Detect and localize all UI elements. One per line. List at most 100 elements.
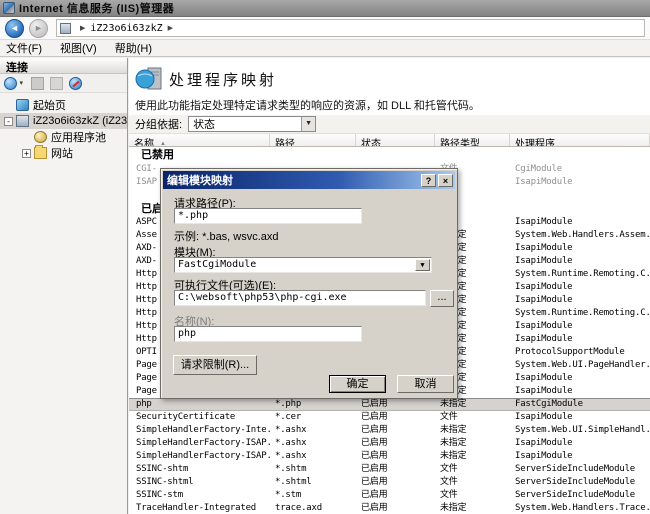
- cell-path: *.ashx: [270, 450, 356, 463]
- expander-icon[interactable]: +: [22, 149, 31, 158]
- cancel-button[interactable]: 取消: [397, 375, 454, 393]
- table-header: 名称▲路径状态路径类型处理程序: [129, 133, 650, 147]
- cell-name: SimpleHandlerFactory-ISAP...: [129, 450, 270, 463]
- cell-name: SimpleHandlerFactory-ISAP...: [129, 437, 270, 450]
- cell-status: 已启用: [356, 398, 435, 411]
- cell-type: 文件: [435, 463, 510, 476]
- delete-connection-icon[interactable]: [69, 77, 82, 90]
- cell-path: *.php: [270, 398, 356, 411]
- cell-path: *.cer: [270, 411, 356, 424]
- module-value: FastCgiModule: [178, 259, 256, 270]
- help-button[interactable]: ?: [421, 174, 436, 187]
- window-titlebar[interactable]: Internet 信息服务 (IIS)管理器: [0, 0, 650, 17]
- menu-item[interactable]: 帮助(H): [115, 40, 152, 56]
- group-header-row: 已禁用: [129, 147, 650, 163]
- chevron-down-icon[interactable]: ▼: [301, 117, 315, 131]
- cell-type: 文件: [435, 411, 510, 424]
- cell-status: 已启用: [356, 424, 435, 437]
- cell-handler: IsapiModule: [510, 411, 650, 424]
- column-header-status[interactable]: 状态: [356, 134, 435, 146]
- request-restrictions-button[interactable]: 请求限制(R)...: [173, 355, 257, 375]
- cell-handler: FastCgiModule: [510, 398, 650, 411]
- cell-path: *.ashx: [270, 437, 356, 450]
- iis-manager-window: Internet 信息服务 (IIS)管理器 ◄ ► ▶ iZ23o6i63zk…: [0, 0, 650, 514]
- cell-status: 已启用: [356, 463, 435, 476]
- tree-item[interactable]: + 网站: [0, 145, 127, 161]
- app-pools-icon: [34, 131, 47, 143]
- dialog-titlebar[interactable]: 编辑模块映射 ? ×: [163, 171, 455, 189]
- back-button[interactable]: ◄: [5, 19, 24, 38]
- tree-item-label: 起始页: [33, 97, 66, 113]
- iis-app-icon: [3, 2, 15, 14]
- cell-handler: IsapiModule: [510, 320, 650, 333]
- cell-type: 文件: [435, 489, 510, 502]
- tree-item[interactable]: - iZ23o6i63zkZ (iZ23o6: [0, 113, 127, 129]
- breadcrumb-arrow-icon: ▶: [80, 24, 85, 32]
- tree-item[interactable]: 应用程序池: [0, 129, 127, 145]
- table-row[interactable]: php*.php已启用未指定FastCgiModule: [129, 398, 650, 411]
- dialog-title: 编辑模块映射: [163, 172, 421, 188]
- cell-handler: IsapiModule: [510, 450, 650, 463]
- group-by-select[interactable]: 状态 ▼: [188, 116, 316, 132]
- cell-name: SSINC-stm: [129, 489, 270, 502]
- up-icon[interactable]: [50, 77, 63, 90]
- cell-handler: IsapiModule: [510, 255, 650, 268]
- cell-handler: IsapiModule: [510, 437, 650, 450]
- tree-item[interactable]: 起始页: [0, 97, 127, 113]
- tree-item-label: iZ23o6i63zkZ (iZ23o6: [33, 115, 127, 127]
- table-row[interactable]: SecurityCertificate*.cer已启用文件IsapiModule: [129, 411, 650, 424]
- request-path-input[interactable]: *.php: [174, 208, 362, 224]
- edit-module-mapping-dialog: 编辑模块映射 ? × 请求路径(P): *.php 示例: *.bas, wsv…: [160, 168, 458, 399]
- start-page-icon: [16, 99, 29, 111]
- module-select[interactable]: FastCgiModule ▼: [174, 257, 432, 273]
- table-row[interactable]: SSINC-shtm*.shtm已启用文件ServerSideIncludeMo…: [129, 463, 650, 476]
- cell-status: 已启用: [356, 476, 435, 489]
- column-header-path[interactable]: 路径: [270, 134, 356, 146]
- menu-item[interactable]: 视图(V): [60, 40, 97, 56]
- tree-item-label: 应用程序池: [51, 129, 106, 145]
- cell-handler: System.Runtime.Remoting.C...: [510, 268, 650, 281]
- menu-bar: 文件(F) 视图(V) 帮助(H): [0, 40, 650, 57]
- page-header: 处理程序映射 使用此功能指定处理特定请求类型的响应的资源，如 DLL 和托管代码…: [129, 58, 650, 115]
- save-connection-icon[interactable]: [31, 77, 44, 90]
- breadcrumb-server-icon: [60, 23, 71, 34]
- menu-item[interactable]: 文件(F): [6, 40, 42, 56]
- executable-input[interactable]: C:\websoft\php53\php-cgi.exe: [174, 290, 426, 306]
- table-row[interactable]: SimpleHandlerFactory-ISAP...*.ashx已启用未指定…: [129, 450, 650, 463]
- cell-handler: ServerSideIncludeModule: [510, 476, 650, 489]
- cell-status: 已启用: [356, 437, 435, 450]
- cell-path: *.ashx: [270, 424, 356, 437]
- table-row[interactable]: TraceHandler-Integratedtrace.axd已启用未指定Sy…: [129, 502, 650, 514]
- cell-type: 未指定: [435, 437, 510, 450]
- close-icon[interactable]: ×: [438, 174, 453, 187]
- column-header-type[interactable]: 路径类型: [435, 134, 510, 146]
- table-row[interactable]: SimpleHandlerFactory-ISAP...*.ashx已启用未指定…: [129, 437, 650, 450]
- connections-header: 连接: [0, 58, 127, 74]
- cell-handler: ServerSideIncludeModule: [510, 489, 650, 502]
- breadcrumb-item-server[interactable]: iZ23o6i63zkZ: [90, 23, 162, 34]
- cell-type: 文件: [435, 476, 510, 489]
- table-row[interactable]: SimpleHandlerFactory-Inte...*.ashx已启用未指定…: [129, 424, 650, 437]
- sort-asc-icon: ▲: [160, 141, 166, 146]
- column-header-name[interactable]: 名称▲: [129, 134, 270, 146]
- table-row[interactable]: SSINC-stm*.stm已启用文件ServerSideIncludeModu…: [129, 489, 650, 502]
- cell-path: *.stm: [270, 489, 356, 502]
- cell-handler: System.Web.Handlers.Assem...: [510, 229, 650, 242]
- browse-button[interactable]: ...: [430, 290, 454, 307]
- group-by-value: 状态: [193, 116, 215, 132]
- breadcrumb[interactable]: ▶ iZ23o6i63zkZ ▶: [56, 19, 645, 37]
- forward-button[interactable]: ►: [29, 19, 48, 38]
- cell-type: 未指定: [435, 450, 510, 463]
- expander-icon[interactable]: -: [4, 117, 13, 126]
- chevron-down-icon[interactable]: ▼: [415, 259, 430, 271]
- table-row[interactable]: SSINC-shtml*.shtml已启用文件ServerSideInclude…: [129, 476, 650, 489]
- cell-name: SimpleHandlerFactory-Inte...: [129, 424, 270, 437]
- tree-item-label: 网站: [51, 145, 73, 161]
- column-header-handler[interactable]: 处理程序: [510, 134, 650, 146]
- cell-handler: ServerSideIncludeModule: [510, 463, 650, 476]
- handler-mappings-icon: [135, 66, 165, 95]
- create-connection-icon[interactable]: [4, 77, 17, 90]
- ok-button[interactable]: 确定: [329, 375, 386, 393]
- cell-path: trace.axd: [270, 502, 356, 514]
- example-text: 示例: *.bas, wsvc.axd: [174, 228, 279, 244]
